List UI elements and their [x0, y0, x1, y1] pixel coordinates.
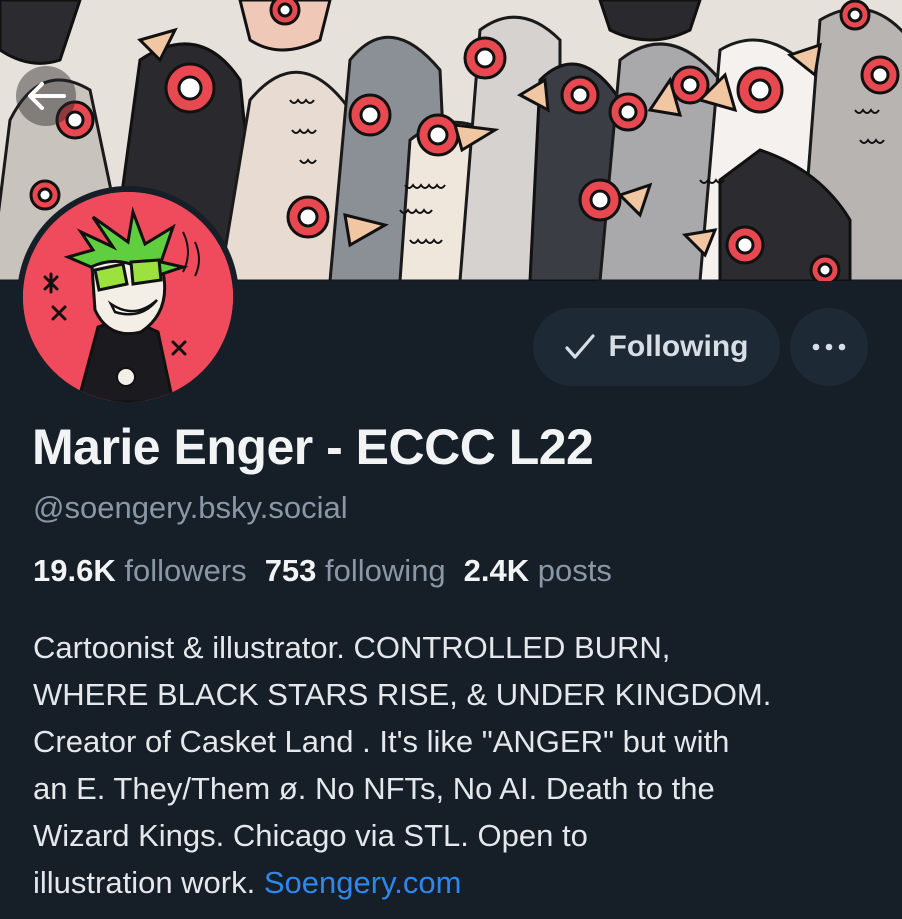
- bio-line: WHERE BLACK STARS RISE, & UNDER KINGDOM.: [33, 677, 772, 712]
- posts-count: 2.4K: [463, 553, 530, 588]
- posts-label: posts: [537, 553, 612, 588]
- profile-stats: 19.6K followers 753 following 2.4K posts: [33, 553, 612, 589]
- following-label: following: [325, 553, 446, 588]
- followers-count: 19.6K: [33, 553, 116, 588]
- ellipsis-icon: [812, 343, 846, 351]
- followers-stat[interactable]: 19.6K followers: [33, 553, 247, 588]
- followers-label: followers: [124, 553, 247, 588]
- display-name: Marie Enger - ECCC L22: [32, 419, 594, 475]
- bio-line: Wizard Kings. Chicago via STL. Open to: [33, 818, 588, 853]
- bio-line: Creator of Casket Land . It's like "ANGE…: [33, 724, 730, 759]
- following-button[interactable]: Following: [533, 308, 780, 386]
- following-count: 753: [264, 553, 317, 588]
- following-button-label: Following: [608, 330, 749, 363]
- website-link[interactable]: Soengery.com: [264, 865, 462, 900]
- bio-line-text: illustration work.: [33, 865, 264, 900]
- arrow-left-icon: [28, 82, 66, 110]
- bio-line: Cartoonist & illustrator. CONTROLLED BUR…: [33, 630, 671, 665]
- posts-stat: 2.4K posts: [464, 553, 612, 588]
- avatar[interactable]: [17, 186, 239, 408]
- profile-bio: Cartoonist & illustrator. CONTROLLED BUR…: [33, 624, 883, 906]
- more-options-button[interactable]: [790, 308, 868, 386]
- bio-line: an E. They/Them ø. No NFTs, No AI. Death…: [33, 771, 715, 806]
- following-stat[interactable]: 753 following: [265, 553, 446, 588]
- avatar-image: [23, 192, 233, 402]
- profile-handle: @soengery.bsky.social: [33, 490, 348, 525]
- bio-line-last: illustration work. Soengery.com: [33, 859, 883, 906]
- check-icon: [564, 334, 595, 359]
- back-button[interactable]: [16, 66, 76, 126]
